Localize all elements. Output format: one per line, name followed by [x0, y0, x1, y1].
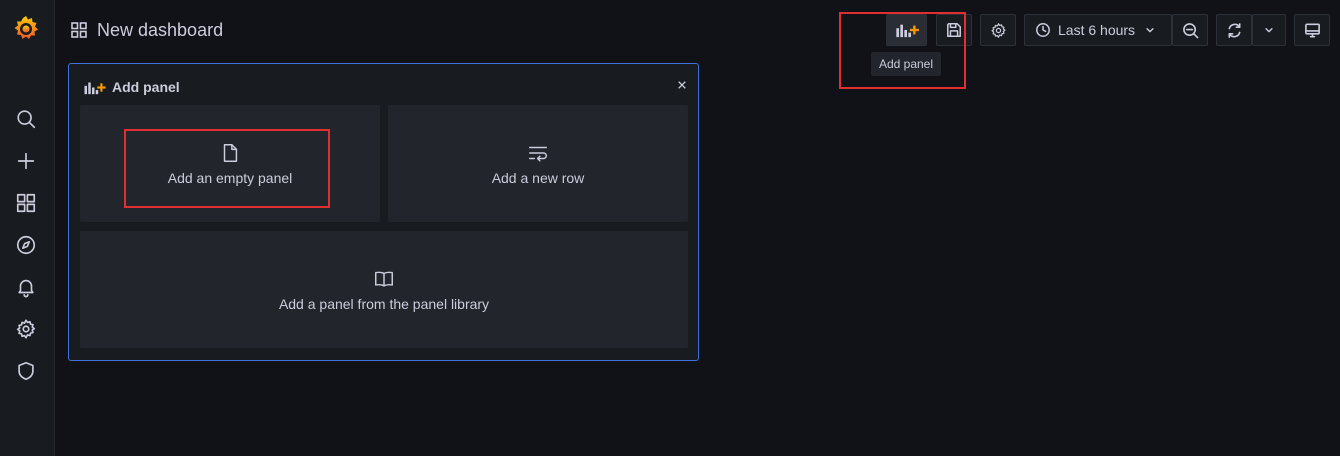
book-open-icon — [375, 271, 393, 287]
add-empty-panel-label: Add an empty panel — [167, 169, 293, 186]
dashboards-grid-icon[interactable] — [12, 189, 40, 217]
configuration-gear-icon[interactable] — [12, 315, 40, 343]
add-panel-tooltip: Add panel — [871, 52, 941, 76]
add-panel-header: Add panel — [83, 77, 180, 97]
add-panel-button[interactable] — [886, 14, 927, 46]
save-dashboard-button[interactable] — [936, 14, 972, 46]
clock-icon — [1036, 23, 1050, 37]
refresh-interval-dropdown[interactable] — [1252, 14, 1286, 46]
dashboard-settings-button[interactable] — [980, 14, 1016, 46]
add-library-panel-option[interactable]: Add a panel from the panel library — [80, 231, 688, 348]
refresh-button[interactable] — [1216, 14, 1252, 46]
add-empty-panel-option[interactable]: Add an empty panel — [80, 105, 380, 222]
create-plus-icon[interactable] — [12, 147, 40, 175]
grafana-logo-icon[interactable] — [11, 14, 41, 44]
view-mode-button[interactable] — [1294, 14, 1330, 46]
save-icon — [947, 23, 961, 37]
add-library-panel-label: Add a panel from the panel library — [278, 295, 490, 312]
server-admin-shield-icon[interactable] — [12, 357, 40, 385]
explore-compass-icon[interactable] — [12, 231, 40, 259]
alerting-bell-icon[interactable] — [12, 273, 40, 301]
close-icon — [678, 81, 686, 89]
dashboard-grid-icon — [71, 22, 87, 38]
refresh-icon — [1228, 22, 1240, 38]
add-panel-title: Add panel — [112, 79, 180, 95]
time-range-picker[interactable]: Last 6 hours — [1024, 14, 1172, 46]
add-panel-widget: Add panel Add an empty panel Add a new r… — [68, 63, 699, 361]
chevron-down-icon — [1146, 28, 1154, 33]
zoom-out-icon — [1182, 22, 1198, 38]
add-panel-icon — [84, 82, 106, 94]
file-icon — [223, 143, 238, 162]
dashboard-title-bar: New dashboard — [70, 16, 223, 44]
zoom-out-button[interactable] — [1172, 14, 1208, 46]
add-new-row-option[interactable]: Add a new row — [388, 105, 688, 222]
close-panel-button[interactable] — [674, 77, 690, 93]
side-menu — [0, 0, 55, 456]
wrap-row-icon — [529, 146, 547, 162]
add-new-row-label: Add a new row — [491, 169, 585, 186]
monitor-icon — [1304, 23, 1320, 37]
page-title[interactable]: New dashboard — [97, 20, 223, 41]
settings-gear-icon — [990, 22, 1006, 38]
time-range-label: Last 6 hours — [1058, 22, 1136, 38]
search-icon[interactable] — [12, 105, 40, 133]
chevron-down-icon — [1265, 28, 1273, 33]
add-panel-icon — [895, 24, 919, 38]
